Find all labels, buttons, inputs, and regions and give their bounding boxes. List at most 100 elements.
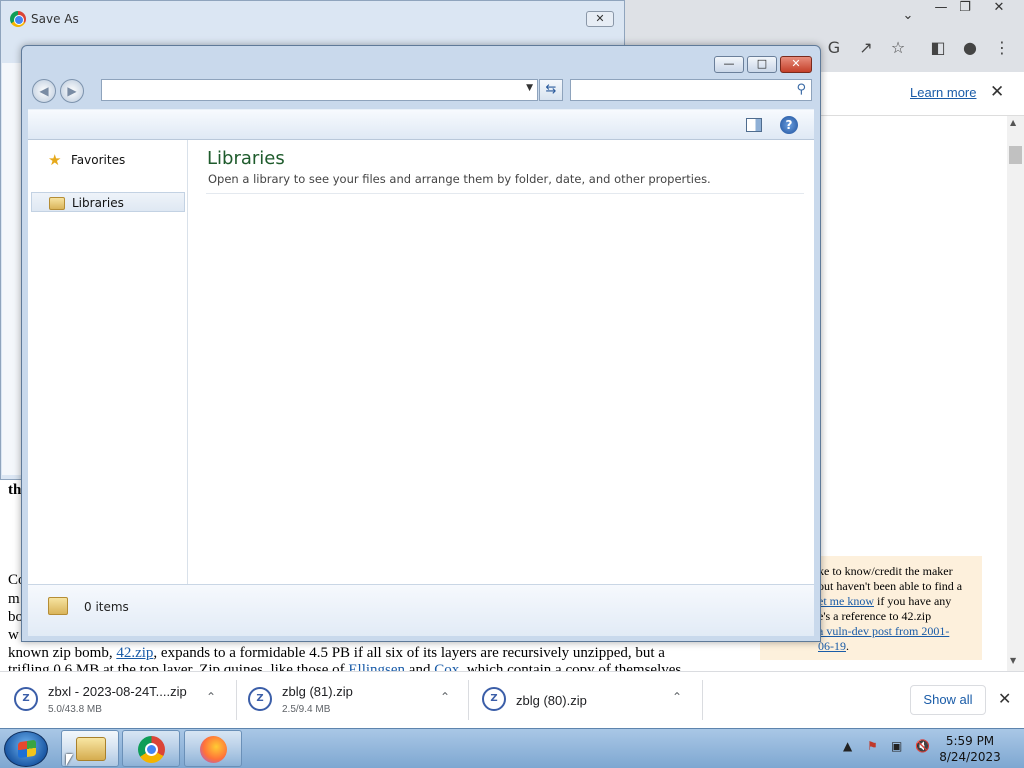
note-text: . (846, 639, 849, 653)
menu-icon[interactable]: ⋮ (990, 38, 1014, 57)
article-link-cox[interactable]: Cox (434, 662, 459, 671)
close-icon[interactable]: ✕ (998, 689, 1011, 708)
nav-item-label: Libraries (72, 196, 124, 210)
nav-item-label: Favorites (71, 153, 126, 167)
download-name: zbxl - 2023-08-24T....zip (48, 684, 187, 699)
divider (702, 680, 703, 720)
refresh-icon[interactable]: ⇆ (539, 79, 563, 101)
maximize-button[interactable]: □ (747, 56, 777, 73)
firefox-icon (200, 736, 227, 763)
download-item[interactable]: Z zblg (80).zip ⌃ (468, 672, 702, 729)
browser-close-button[interactable]: ✕ (984, 0, 1014, 18)
download-item[interactable]: Z zblg (81).zip 2.5/9.4 MB ⌃ (234, 672, 468, 729)
scroll-up-icon[interactable]: ▲ (1010, 118, 1016, 127)
chrome-icon (138, 736, 165, 763)
zip-file-icon: Z (248, 687, 272, 711)
close-icon[interactable]: ✕ (990, 82, 1004, 102)
google-icon[interactable]: G (822, 38, 846, 57)
taskbar-firefox-button[interactable] (184, 730, 242, 767)
page-subtitle: Open a library to see your files and arr… (208, 172, 711, 186)
clock-date: 8/24/2023 (939, 750, 1001, 764)
page-title: Libraries (207, 148, 285, 169)
mouse-cursor (66, 754, 73, 766)
show-all-button[interactable]: Show all (910, 685, 986, 715)
search-input[interactable]: ⚲ (570, 79, 812, 101)
profile-icon[interactable]: ● (958, 38, 982, 57)
libraries-window: — □ ✕ ◀ ▶ ▼ ▼ ⇆ ⚲ ? ★ Favorites Librarie… (21, 45, 821, 642)
content-pane: Libraries Open a library to see your fil… (188, 140, 814, 584)
taskbar-chrome-button[interactable] (122, 730, 180, 767)
taskbar-clock[interactable]: 5:59 PM 8/24/2023 (930, 733, 1010, 765)
preview-pane-icon[interactable] (746, 118, 762, 132)
navigation-pane: ★ Favorites Libraries (28, 140, 188, 584)
article-line: w (8, 627, 19, 643)
download-size: 2.5/9.4 MB (282, 704, 331, 715)
favorites-star-icon: ★ (48, 151, 62, 169)
search-icon[interactable]: ⚲ (796, 82, 806, 97)
article-heading-fragment: th (8, 482, 22, 498)
minimize-button[interactable]: — (714, 56, 744, 73)
download-item[interactable]: Z zbxl - 2023-08-24T....zip 5.0/43.8 MB … (0, 672, 236, 729)
note-line: ke to know/credit the maker (818, 564, 953, 578)
chrome-icon (10, 11, 26, 27)
note-line: a vuln-dev post from 2001- (818, 624, 972, 639)
note-line: out haven't been able to find a (818, 579, 963, 593)
chevron-up-icon[interactable]: ⌃ (440, 690, 450, 704)
vuln-dev-post-link[interactable]: a vuln-dev post from 2001- (818, 624, 949, 638)
note-text: if you have any (874, 594, 952, 608)
scroll-down-icon[interactable]: ▼ (1010, 656, 1016, 665)
taskbar: ▲ ⚑ ▣ 🔇 5:59 PM 8/24/2023 (0, 728, 1024, 768)
show-hidden-icons-icon[interactable]: ▲ (843, 739, 852, 753)
star-icon[interactable]: ☆ (886, 38, 910, 57)
note-line: 06-19. (818, 639, 972, 654)
flag-icon[interactable]: ⚑ (867, 739, 878, 753)
save-as-close-button[interactable]: ✕ (586, 11, 614, 27)
download-name: zblg (80).zip (516, 693, 587, 708)
side-panel-icon[interactable]: ◧ (926, 38, 950, 57)
address-bar[interactable]: ▼ (101, 79, 538, 101)
downloads-bar: Z zbxl - 2023-08-24T....zip 5.0/43.8 MB … (0, 671, 1024, 728)
article-line: m (8, 591, 20, 607)
help-icon[interactable]: ? (780, 116, 798, 134)
article-text: , which contain a copy of themselves (459, 662, 682, 671)
start-orb-icon[interactable] (4, 731, 48, 767)
nav-item-libraries[interactable]: Libraries (31, 192, 185, 212)
article-line: trifling 0.6 MB at the top layer. Zip qu… (8, 662, 681, 671)
let-me-know-link[interactable]: et me know (818, 594, 874, 608)
article-link-42zip[interactable]: 42.zip (116, 645, 153, 661)
article-text: trifling 0.6 MB at the top layer. Zip qu… (8, 662, 349, 671)
scroll-thumb[interactable] (1009, 146, 1022, 164)
note-line: e's a reference to 42.zip (818, 609, 932, 623)
vuln-dev-date-link[interactable]: 06-19 (818, 639, 846, 653)
nav-item-favorites[interactable]: ★ Favorites (31, 150, 185, 170)
article-line: known zip bomb, 42.zip, expands to a for… (8, 645, 665, 662)
back-icon[interactable]: ◀ (32, 79, 56, 103)
download-name: zblg (81).zip (282, 684, 353, 699)
chevron-up-icon[interactable]: ⌃ (206, 690, 216, 704)
article-link-ellingsen[interactable]: Ellingsen (348, 662, 405, 671)
article-text: and (405, 662, 435, 671)
learn-more-link[interactable]: Learn more (910, 85, 976, 100)
clock-time: 5:59 PM (945, 734, 995, 748)
page-scrollbar[interactable] (1007, 116, 1024, 671)
share-icon[interactable]: ↗ (854, 38, 878, 57)
chevron-up-icon[interactable]: ⌃ (672, 690, 682, 704)
details-pane: 0 items (28, 584, 814, 636)
chevron-down-icon[interactable]: ▼ (526, 83, 533, 93)
zip-file-icon: Z (482, 687, 506, 711)
note-line: et me know if you have any (818, 594, 972, 609)
zip-file-icon: Z (14, 687, 38, 711)
save-as-title: Save As (31, 12, 79, 26)
article-text: , expands to a formidable 4.5 PB if all … (153, 645, 665, 661)
volume-muted-icon[interactable]: 🔇 (915, 739, 930, 753)
close-button[interactable]: ✕ (780, 56, 812, 73)
items-count: 0 items (84, 600, 129, 614)
tab-search-icon[interactable]: ⌄ (893, 8, 923, 26)
explorer-icon (76, 737, 106, 761)
windows-logo-icon (18, 739, 36, 759)
divider (206, 193, 804, 194)
library-icon (49, 197, 65, 210)
browser-restore-button[interactable]: ❐ (950, 0, 980, 18)
forward-icon[interactable]: ▶ (60, 79, 84, 103)
network-icon[interactable]: ▣ (891, 739, 902, 753)
